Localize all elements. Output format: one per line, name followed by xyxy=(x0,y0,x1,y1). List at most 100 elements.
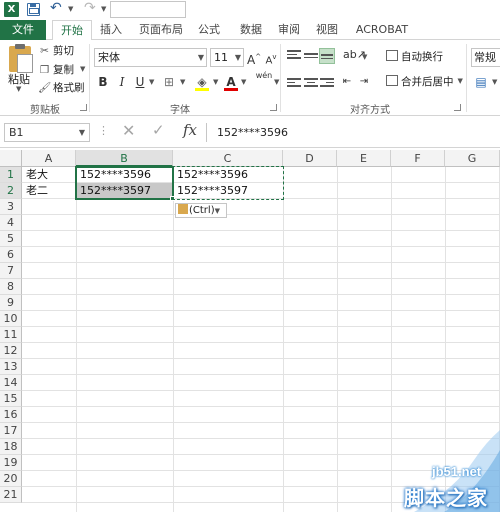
undo-dropdown-icon[interactable]: ▼ xyxy=(68,5,73,13)
column-header-c[interactable]: C xyxy=(173,150,283,167)
row-header[interactable]: 15 xyxy=(0,391,22,407)
group-divider xyxy=(89,44,90,112)
borders-dropdown-icon[interactable]: ▼ xyxy=(180,78,185,86)
merge-dropdown-icon[interactable]: ▼ xyxy=(458,77,463,85)
tab-file[interactable]: 文件 xyxy=(0,20,46,40)
redo-dropdown-icon[interactable]: ▼ xyxy=(101,5,106,13)
row-header[interactable]: 18 xyxy=(0,439,22,455)
font-color-button[interactable]: A xyxy=(224,73,238,91)
italic-button[interactable]: I xyxy=(115,73,129,91)
wrap-text-button[interactable]: 自动换行 xyxy=(386,48,443,66)
tab-home[interactable]: 开始 xyxy=(52,20,92,41)
align-center-button[interactable] xyxy=(304,78,318,90)
gridline xyxy=(391,167,392,512)
cell-a1[interactable]: 老大 xyxy=(23,167,76,183)
save-icon[interactable] xyxy=(27,3,40,16)
clipboard-group-label: 剪贴板 xyxy=(30,105,60,116)
tab-review[interactable]: 审阅 xyxy=(274,20,304,40)
column-header-g[interactable]: G xyxy=(445,150,500,167)
row-header[interactable]: 20 xyxy=(0,471,22,487)
row-header[interactable]: 2 xyxy=(0,183,22,199)
shrink-font-button[interactable]: Av xyxy=(264,48,278,66)
align-left-button[interactable] xyxy=(287,78,301,90)
orientation-dropdown-icon[interactable]: ▼ xyxy=(362,53,367,61)
cut-button[interactable]: ✂ 剪切 xyxy=(38,43,74,59)
align-bottom-button[interactable] xyxy=(319,48,335,64)
tab-page-layout[interactable]: 页面布局 xyxy=(136,20,186,40)
tab-acrobat[interactable]: ACROBAT xyxy=(352,20,412,40)
font-size-select[interactable]: 11 ▼ xyxy=(210,48,244,67)
title-search-box[interactable] xyxy=(110,1,186,18)
grow-font-button[interactable]: A^ xyxy=(247,48,261,67)
bold-button[interactable]: B xyxy=(96,73,110,91)
cut-label: 剪切 xyxy=(53,45,74,57)
row-header[interactable]: 10 xyxy=(0,311,22,327)
copy-dropdown-icon[interactable]: ▼ xyxy=(80,65,85,73)
wrap-text-label: 自动换行 xyxy=(401,51,443,63)
format-painter-button[interactable]: 🖌 格式刷 xyxy=(38,80,85,96)
orientation-button[interactable]: ab↗ xyxy=(343,46,366,64)
name-box[interactable]: B1 ▼ xyxy=(4,123,90,142)
redo-icon[interactable]: ↷ xyxy=(84,0,96,16)
copy-button[interactable]: ❐ 复制 ▼ xyxy=(38,62,86,78)
borders-button[interactable]: ⊞ xyxy=(160,73,178,91)
row-header[interactable]: 6 xyxy=(0,247,22,263)
row-header[interactable]: 11 xyxy=(0,327,22,343)
clipboard-launcher-icon[interactable] xyxy=(80,104,87,111)
merge-center-button[interactable]: 合并后居中 ▼ xyxy=(386,73,463,91)
row-header[interactable]: 9 xyxy=(0,295,22,311)
row-header[interactable]: 5 xyxy=(0,231,22,247)
row-header[interactable]: 7 xyxy=(0,263,22,279)
column-header-b[interactable]: B xyxy=(76,150,173,167)
column-header-a[interactable]: A xyxy=(22,150,76,167)
row-header[interactable]: 12 xyxy=(0,343,22,359)
insert-function-icon[interactable]: fx xyxy=(183,121,197,139)
underline-dropdown-icon[interactable]: ▼ xyxy=(149,78,154,86)
alignment-launcher-icon[interactable] xyxy=(454,104,461,111)
row-header[interactable]: 3 xyxy=(0,199,22,215)
paste-dropdown-icon[interactable]: ▼ xyxy=(16,85,21,93)
align-right-button[interactable] xyxy=(320,78,334,90)
phonetic-button[interactable]: wén xyxy=(254,71,274,89)
row-header[interactable]: 17 xyxy=(0,423,22,439)
tab-insert[interactable]: 插入 xyxy=(96,20,126,40)
tab-data[interactable]: 数据 xyxy=(236,20,266,40)
column-header-e[interactable]: E xyxy=(337,150,391,167)
font-color-dropdown-icon[interactable]: ▼ xyxy=(241,78,246,86)
undo-icon[interactable]: ↶ xyxy=(50,0,62,16)
align-middle-button[interactable] xyxy=(304,50,318,62)
underline-button[interactable]: U xyxy=(133,73,147,91)
fill-color-button[interactable]: ◈ xyxy=(194,73,210,91)
decrease-indent-button[interactable]: ⇤ xyxy=(340,73,354,91)
accounting-dropdown-icon[interactable]: ▼ xyxy=(492,78,497,86)
formula-bar-grip-icon[interactable]: ⋮ xyxy=(98,124,109,137)
row-header[interactable]: 13 xyxy=(0,359,22,375)
align-top-button[interactable] xyxy=(287,50,301,62)
formula-input[interactable]: 152****3596 xyxy=(206,123,500,142)
scissors-icon: ✂ xyxy=(40,45,49,57)
font-launcher-icon[interactable] xyxy=(270,104,277,111)
paste-icon[interactable] xyxy=(9,44,33,73)
cancel-icon[interactable]: ✕ xyxy=(122,121,135,140)
number-format-select[interactable]: 常规 xyxy=(471,48,500,67)
enter-icon[interactable]: ✓ xyxy=(152,121,165,139)
select-all-button[interactable] xyxy=(0,150,22,167)
phonetic-dropdown-icon[interactable]: ▼ xyxy=(274,78,279,86)
tab-view[interactable]: 视图 xyxy=(312,20,342,40)
accounting-format-button[interactable]: ▤ xyxy=(473,73,489,91)
row-header[interactable]: 8 xyxy=(0,279,22,295)
column-header-d[interactable]: D xyxy=(283,150,337,167)
row-header[interactable]: 16 xyxy=(0,407,22,423)
row-header[interactable]: 19 xyxy=(0,455,22,471)
increase-indent-button[interactable]: ⇥ xyxy=(357,73,371,91)
fill-color-dropdown-icon[interactable]: ▼ xyxy=(213,78,218,86)
column-header-f[interactable]: F xyxy=(391,150,445,167)
row-header[interactable]: 4 xyxy=(0,215,22,231)
row-header[interactable]: 21 xyxy=(0,487,22,503)
font-name-select[interactable]: 宋体 ▼ xyxy=(94,48,207,67)
row-header[interactable]: 1 xyxy=(0,167,22,183)
paste-options-button[interactable]: (Ctrl)▼ xyxy=(175,203,227,218)
row-header[interactable]: 14 xyxy=(0,375,22,391)
cell-a2[interactable]: 老二 xyxy=(23,183,76,199)
tab-formulas[interactable]: 公式 xyxy=(194,20,224,40)
